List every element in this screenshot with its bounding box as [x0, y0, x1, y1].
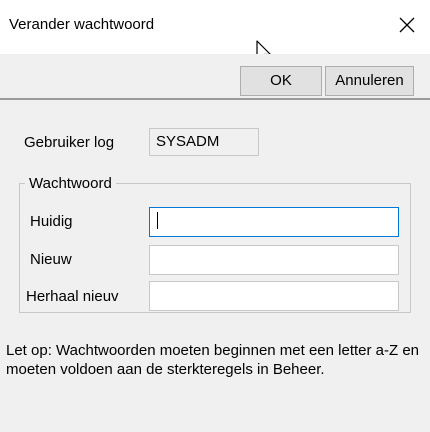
password-group-legend: Wachtwoord: [25, 175, 116, 192]
repeat-password-label: Herhaal nieuv: [26, 288, 119, 305]
close-icon[interactable]: [398, 16, 420, 38]
dialog-title: Verander wachtwoord: [9, 16, 155, 33]
repeat-password-input[interactable]: [149, 281, 399, 311]
new-password-label: Nieuw: [30, 251, 72, 268]
user-label: Gebruiker log: [24, 134, 115, 151]
text-caret: [157, 212, 158, 229]
title-bar: Verander wachtwoord: [0, 0, 430, 65]
ok-button[interactable]: OK: [240, 66, 322, 96]
new-password-input[interactable]: [149, 245, 399, 275]
cancel-button[interactable]: Annuleren: [325, 66, 414, 96]
button-bar: OK Annuleren: [0, 54, 430, 100]
user-value-field: SYSADM: [149, 128, 259, 156]
change-password-dialog: Verander wachtwoord OK Annuleren Gebruik…: [0, 0, 430, 432]
current-password-label: Huidig: [30, 213, 73, 230]
password-rules-note: Let op: Wachtwoorden moeten beginnen met…: [6, 342, 420, 378]
current-password-input[interactable]: [149, 207, 399, 237]
